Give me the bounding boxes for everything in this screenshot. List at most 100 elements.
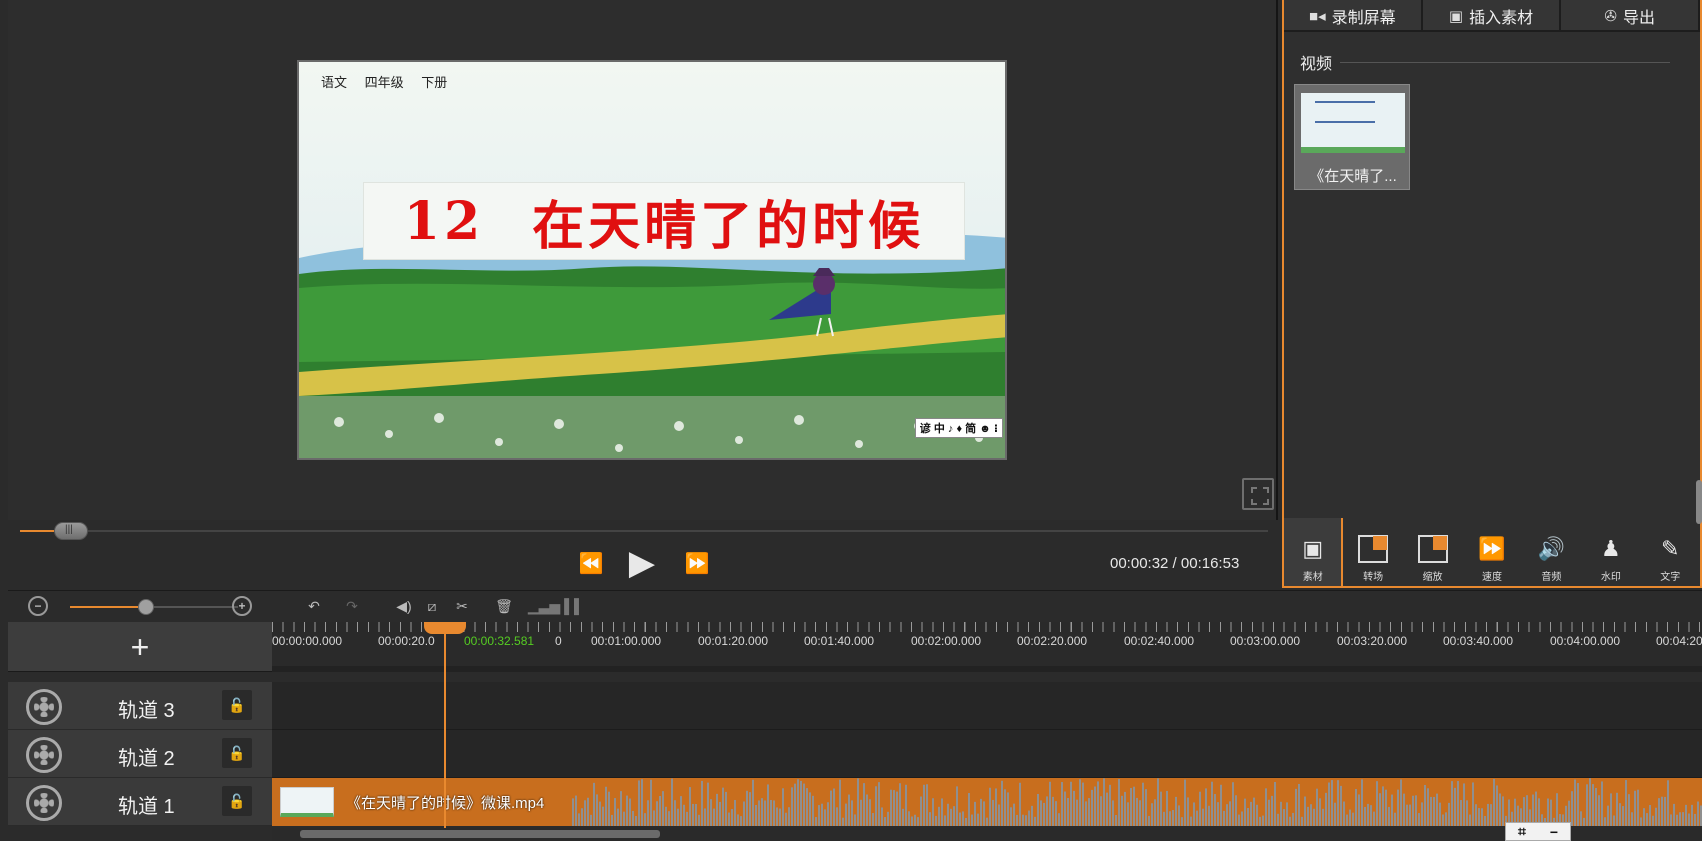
export-tab[interactable]: ✇ 导出 xyxy=(1561,0,1701,32)
tool-speed[interactable]: ⏩ 速度 xyxy=(1462,518,1521,586)
scissors-icon[interactable]: ✂ xyxy=(452,596,472,616)
unlock-icon[interactable]: 🔓 xyxy=(222,786,252,816)
undo-icon[interactable]: ↶ xyxy=(304,596,324,616)
waveform-bar xyxy=(1187,797,1189,826)
playhead-line[interactable] xyxy=(444,632,446,828)
track-header-1[interactable]: 轨道 1 🔓 xyxy=(8,778,272,826)
tool-transition[interactable]: 转场 xyxy=(1343,518,1402,586)
waveform-bar xyxy=(1361,779,1363,826)
waveform-bar xyxy=(1421,802,1423,826)
waveform-bar xyxy=(587,797,589,826)
audio-icon: 🔊 xyxy=(1537,536,1566,561)
record-screen-tab[interactable]: ■◂ 录制屏幕 xyxy=(1284,0,1423,32)
timeline-ruler[interactable]: 00:00:00.000 00:00:20.0 0 00:01:00.000 0… xyxy=(272,622,1702,672)
clip-thumbnail xyxy=(280,787,334,817)
track-name: 轨道 3 xyxy=(118,700,175,722)
timeline-scrollbar-thumb[interactable] xyxy=(300,830,660,838)
bar-chart-icon[interactable]: ▁▃▅ xyxy=(528,596,560,616)
waveform-bar xyxy=(977,813,979,826)
waveform-bar xyxy=(782,788,784,826)
tool-audio[interactable]: 🔊 音频 xyxy=(1522,518,1581,586)
video-preview[interactable]: 语文 四年级 下册 12 在天晴了的时候 谚 中 ♪ ♦ 简 ☻ ⁝ xyxy=(297,60,1007,460)
waveform-bar xyxy=(968,793,970,826)
fast-forward-button[interactable]: ⏩ xyxy=(681,547,713,579)
track-lane-2[interactable] xyxy=(272,730,1702,778)
waveform-bar xyxy=(713,808,715,826)
waveform-bar xyxy=(1442,814,1444,826)
waveform-bar xyxy=(1604,817,1606,826)
timeline-zoom-slider[interactable] xyxy=(70,606,238,608)
add-track-button[interactable]: + xyxy=(131,631,150,663)
waveform-bar xyxy=(1688,813,1690,826)
media-item[interactable]: 《在天晴了... xyxy=(1294,84,1410,190)
waveform-bar xyxy=(842,817,844,826)
waveform-bar xyxy=(830,790,832,826)
waveform-bar xyxy=(893,790,895,826)
fullscreen-icon[interactable] xyxy=(1242,478,1274,510)
tool-transition-label: 转场 xyxy=(1363,572,1384,583)
volume-icon[interactable]: ◀) xyxy=(394,596,414,616)
waveform-bar xyxy=(1052,796,1054,826)
zoom-out-icon[interactable]: − xyxy=(28,596,48,616)
ruler-label: 00:01:40.000 xyxy=(804,634,875,648)
waveform-bar xyxy=(974,801,976,826)
waveform-bar xyxy=(1205,788,1207,826)
unlock-icon[interactable]: 🔓 xyxy=(222,690,252,720)
waveform-bar xyxy=(1181,817,1183,826)
zoom-in-icon[interactable]: + xyxy=(232,596,252,616)
insert-media-tab[interactable]: ▣ 插入素材 xyxy=(1423,0,1562,32)
trash-icon[interactable]: 🗑 xyxy=(494,596,514,616)
scrubber-handle[interactable] xyxy=(54,522,88,540)
waveform-bar xyxy=(614,798,616,826)
play-button[interactable]: ▶ xyxy=(626,544,658,582)
waveform-bar xyxy=(1163,811,1165,826)
waveform-bar xyxy=(1247,807,1249,826)
redo-icon[interactable]: ↷ xyxy=(342,596,362,616)
tool-watermark[interactable]: ♟ 水印 xyxy=(1581,518,1640,586)
crop-icon[interactable]: ⧄ xyxy=(422,596,442,616)
waveform-bar xyxy=(1028,810,1030,826)
grid-icon[interactable]: ⌗ xyxy=(1518,823,1526,840)
zoom-slider-handle[interactable] xyxy=(137,599,154,615)
waveform-bar xyxy=(581,808,583,826)
rewind-button[interactable]: ⏪ xyxy=(575,547,607,579)
waveform-bar xyxy=(953,806,955,826)
waveform-bar xyxy=(1049,781,1051,826)
tool-text[interactable]: ✎ 文字 xyxy=(1641,518,1700,586)
waveform-bar xyxy=(1643,808,1645,826)
waveform-bar xyxy=(665,806,667,826)
preview-scrubber[interactable] xyxy=(20,522,1268,540)
tool-material[interactable]: ▣ 素材 xyxy=(1284,518,1344,586)
watermark-icon: ♟ xyxy=(1600,536,1621,561)
track-header-2[interactable]: 轨道 2 🔓 xyxy=(8,730,272,778)
waveform-bar xyxy=(1118,779,1120,826)
waveform-bar xyxy=(1148,815,1150,826)
waveform-bar xyxy=(1466,800,1468,826)
unlock-icon[interactable]: 🔓 xyxy=(222,738,252,768)
waveform-bar xyxy=(1154,799,1156,826)
waveform-bar xyxy=(1388,806,1390,826)
waveform-bar xyxy=(1637,789,1639,826)
waveform-bar xyxy=(1601,781,1603,826)
tool-zoom[interactable]: 缩放 xyxy=(1403,518,1462,586)
waveform-bar xyxy=(755,805,757,826)
waveform-bar xyxy=(1631,812,1633,826)
minus-icon[interactable]: − xyxy=(1550,824,1558,840)
waveform-bar xyxy=(1295,788,1297,826)
video-clip[interactable]: 《在天晴了的时候》微课.mp4 xyxy=(272,778,1702,826)
waveform-bar xyxy=(650,779,652,826)
waveform-bar xyxy=(1193,802,1195,826)
waveform-bar xyxy=(1064,791,1066,826)
track-header-3[interactable]: 轨道 3 🔓 xyxy=(8,682,272,730)
track-lane-3[interactable] xyxy=(272,682,1702,730)
timeline-scrollbar[interactable] xyxy=(272,828,1702,841)
waveform-bar xyxy=(704,808,706,826)
columns-icon[interactable]: ▌▌ xyxy=(564,596,584,616)
waveform-bar xyxy=(605,786,607,826)
section-divider xyxy=(1340,62,1670,63)
waveform-bar xyxy=(770,799,772,826)
waveform-bar xyxy=(1145,789,1147,826)
waveform-bar xyxy=(683,804,685,826)
playhead-time: 00:00:32.581 xyxy=(460,634,539,648)
waveform-bar xyxy=(1088,798,1090,826)
